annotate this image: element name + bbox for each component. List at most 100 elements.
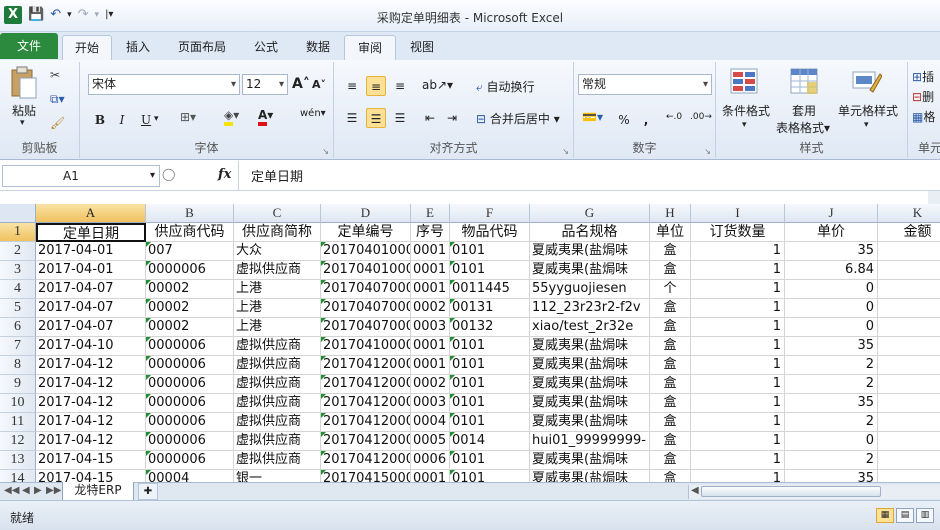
table-cell[interactable]: 0001	[411, 356, 450, 375]
table-cell[interactable]: 20170401000	[321, 261, 411, 280]
table-cell[interactable]: 0101	[450, 394, 530, 413]
tab-insert[interactable]: 插入	[118, 35, 158, 60]
table-cell[interactable]: 盒	[650, 261, 691, 280]
header-cell[interactable]: 品名规格	[530, 223, 650, 242]
table-cell[interactable]: 夏威夷果(盐焗味	[530, 337, 650, 356]
last-sheet-icon[interactable]: ▶▶	[46, 485, 61, 496]
next-sheet-icon[interactable]: ▶	[34, 485, 42, 496]
tab-view[interactable]: 视图	[402, 35, 442, 60]
column-header-C[interactable]: C	[234, 204, 321, 223]
italic-button[interactable]: I	[112, 110, 132, 130]
table-cell[interactable]: 2017-04-12	[36, 394, 146, 413]
table-cell[interactable]: 00131	[450, 299, 530, 318]
table-cell[interactable]: 20170401000	[321, 242, 411, 261]
table-cell[interactable]: 1	[691, 337, 785, 356]
format-as-table-button[interactable]: 表格格式▾	[776, 119, 830, 136]
table-cell[interactable]: 0101	[450, 375, 530, 394]
table-cell[interactable]: 0101	[450, 413, 530, 432]
table-cell[interactable]	[878, 451, 940, 470]
bold-button[interactable]: B	[90, 110, 110, 130]
table-cell[interactable]: 0000006	[146, 356, 234, 375]
table-cell[interactable]: 20170412000	[321, 356, 411, 375]
normal-view-icon[interactable]: ▦	[876, 508, 894, 523]
table-cell[interactable]	[878, 356, 940, 375]
table-cell[interactable]: 0101	[450, 242, 530, 261]
tab-data[interactable]: 数据	[298, 35, 338, 60]
align-middle-icon[interactable]: ≡	[366, 76, 386, 96]
cell-styles-button[interactable]: 单元格样式	[838, 102, 898, 119]
table-cell[interactable]: 盒	[650, 337, 691, 356]
row-header[interactable]: 9	[0, 375, 36, 394]
prev-sheet-icon[interactable]: ◀	[22, 485, 30, 496]
decrease-decimal-icon[interactable]: .00→	[690, 112, 712, 122]
table-cell[interactable]: 0101	[450, 451, 530, 470]
table-cell[interactable]: 0	[785, 318, 878, 337]
percent-style-button[interactable]: %	[614, 110, 634, 130]
table-cell[interactable]: 上港	[234, 299, 321, 318]
row-header[interactable]: 11	[0, 413, 36, 432]
align-left-icon[interactable]: ☰	[342, 108, 362, 128]
table-cell[interactable]: 1	[691, 280, 785, 299]
table-cell[interactable]: 夏威夷果(盐焗味	[530, 413, 650, 432]
row-header[interactable]: 13	[0, 451, 36, 470]
number-dialog-launcher-icon[interactable]: ↘	[704, 147, 711, 156]
table-cell[interactable]: 0001	[411, 470, 450, 482]
spreadsheet-grid[interactable]: A B C D E F G H I J K 1 定单日期 供应商代码 供应商简称 定单编号 序号 物品代码 品名规格…	[0, 204, 940, 482]
align-bottom-icon[interactable]: ≡	[390, 76, 410, 96]
table-cell[interactable]: 1	[691, 299, 785, 318]
paste-icon[interactable]	[10, 66, 38, 100]
table-cell[interactable]: 2017-04-12	[36, 356, 146, 375]
select-all-button[interactable]	[0, 204, 36, 223]
page-layout-view-icon[interactable]: ▤	[896, 508, 914, 523]
table-cell[interactable]: 2	[785, 451, 878, 470]
format-as-table-label-1[interactable]: 套用	[792, 102, 816, 119]
table-cell[interactable]: 2017-04-15	[36, 470, 146, 482]
table-cell[interactable]: 夏威夷果(盐焗味	[530, 356, 650, 375]
table-cell[interactable]: 0001	[411, 242, 450, 261]
table-cell[interactable]	[878, 432, 940, 451]
align-center-icon[interactable]: ☰	[366, 108, 386, 128]
table-cell[interactable]: 007	[146, 242, 234, 261]
align-top-icon[interactable]: ≡	[342, 76, 362, 96]
table-cell[interactable]: hui01_99999999-	[530, 432, 650, 451]
tab-home[interactable]: 开始	[62, 35, 112, 60]
header-cell[interactable]: 供应商简称	[234, 223, 321, 242]
shrink-font-button[interactable]: A˅	[312, 78, 326, 91]
table-cell[interactable]	[878, 413, 940, 432]
table-cell[interactable]: 0001	[411, 261, 450, 280]
horizontal-scroll-thumb[interactable]	[701, 486, 881, 497]
insert-sheet-icon[interactable]: ✚	[138, 483, 158, 500]
table-cell[interactable]: 1	[691, 432, 785, 451]
table-cell[interactable]	[878, 299, 940, 318]
cell-styles-icon[interactable]	[852, 68, 882, 96]
fill-color-icon[interactable]: ◈▾	[224, 108, 239, 126]
table-cell[interactable]: 20170412000	[321, 394, 411, 413]
row-header[interactable]: 12	[0, 432, 36, 451]
table-cell[interactable]: 2017-04-12	[36, 432, 146, 451]
underline-button[interactable]: U	[136, 110, 156, 130]
font-name-select[interactable]: 宋体	[88, 74, 240, 95]
table-cell[interactable]: 夏威夷果(盐焗味	[530, 394, 650, 413]
table-cell[interactable]: 0101	[450, 356, 530, 375]
header-cell[interactable]: 定单日期	[36, 223, 146, 242]
table-cell[interactable]: 虚拟供应商	[234, 394, 321, 413]
header-cell[interactable]: 金额	[878, 223, 940, 242]
table-cell[interactable]: 0003	[411, 318, 450, 337]
conditional-formatting-dropdown-icon[interactable]: ▾	[742, 120, 747, 130]
table-cell[interactable]: 0002	[411, 375, 450, 394]
table-cell[interactable]: 大众	[234, 242, 321, 261]
formula-bar-expand-icon[interactable]	[928, 191, 940, 204]
table-cell[interactable]: 35	[785, 337, 878, 356]
copy-icon[interactable]: ⧉▾	[50, 92, 65, 107]
table-cell[interactable]	[878, 318, 940, 337]
row-header[interactable]: 4	[0, 280, 36, 299]
accounting-format-icon[interactable]: 💳▾	[582, 110, 603, 124]
table-cell[interactable]: 0000006	[146, 413, 234, 432]
table-cell[interactable]: 0000006	[146, 451, 234, 470]
table-cell[interactable]: 1	[691, 470, 785, 482]
table-cell[interactable]: 20170412000	[321, 413, 411, 432]
table-cell[interactable]: 0002	[411, 299, 450, 318]
row-header[interactable]: 8	[0, 356, 36, 375]
first-sheet-icon[interactable]: ◀◀	[4, 485, 19, 496]
table-cell[interactable]: 6	[878, 261, 940, 280]
